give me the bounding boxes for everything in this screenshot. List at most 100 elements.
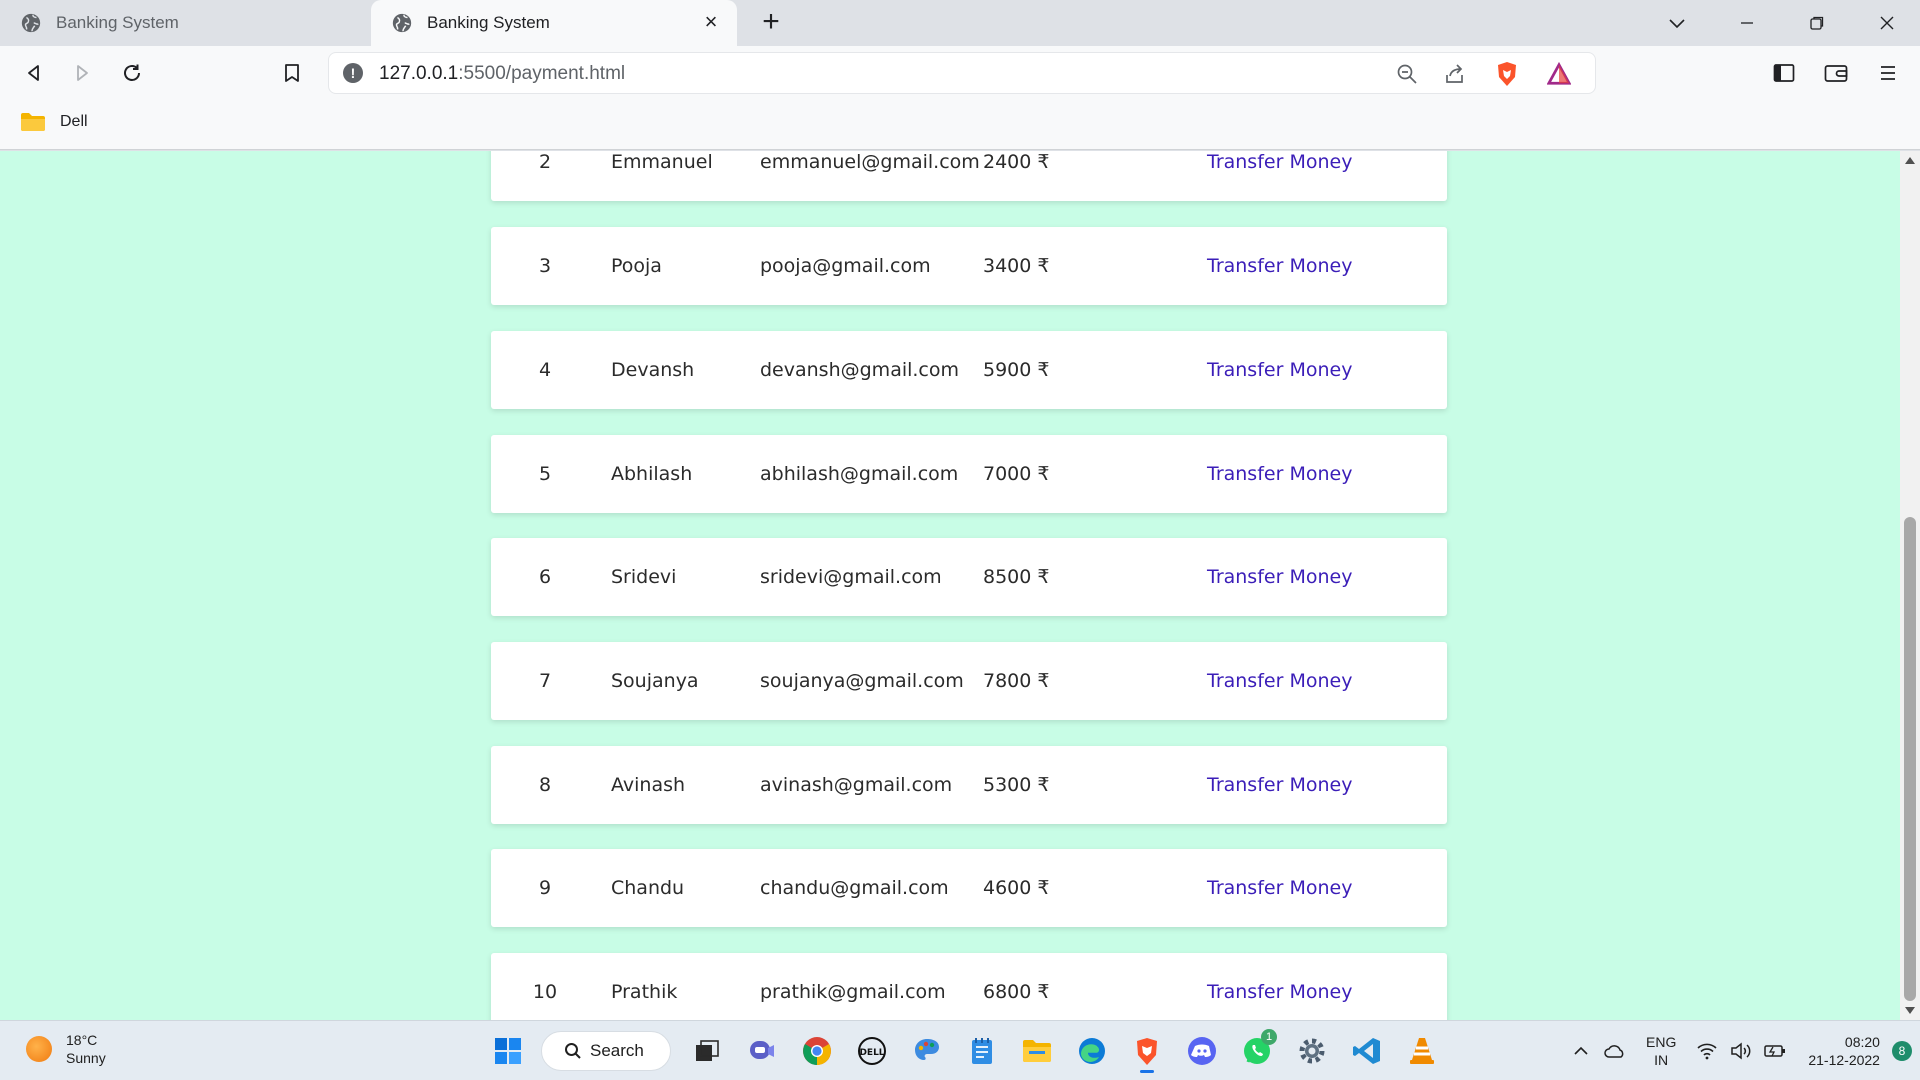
whatsapp-badge: 1: [1261, 1029, 1277, 1045]
transfer-money-link[interactable]: Transfer Money: [1207, 642, 1352, 720]
back-icon[interactable]: [20, 59, 48, 87]
active-app-indicator: [1140, 1070, 1154, 1073]
vscode-icon[interactable]: [1345, 1029, 1389, 1073]
customer-balance: 5300 ₹: [983, 774, 1050, 796]
brave-rewards-icon[interactable]: [1547, 62, 1571, 86]
transfer-money-link[interactable]: Transfer Money: [1207, 953, 1352, 1020]
search-icon: [565, 1043, 581, 1059]
customer-email: abhilash@gmail.com: [760, 463, 959, 485]
customer-balance: 5900 ₹: [983, 359, 1050, 381]
customer-balance: 6800 ₹: [983, 981, 1050, 1003]
transfer-money-link[interactable]: Transfer Money: [1207, 227, 1352, 305]
notification-badge[interactable]: 8: [1891, 1041, 1912, 1061]
whatsapp-icon[interactable]: 1: [1235, 1029, 1279, 1073]
minimize-icon[interactable]: [1732, 8, 1762, 38]
reload-icon[interactable]: [118, 59, 146, 87]
transfer-money-link[interactable]: Transfer Money: [1207, 435, 1352, 513]
customer-email: pooja@gmail.com: [760, 255, 931, 277]
settings-icon[interactable]: [1290, 1029, 1334, 1073]
customer-balance: 7800 ₹: [983, 670, 1050, 692]
customer-name: Sridevi: [611, 566, 677, 588]
address-bar[interactable]: ! 127.0.0.1:5500/payment.html: [328, 52, 1596, 94]
system-clock[interactable]: 08:20 21-12-2022: [1808, 1033, 1880, 1069]
dell-icon[interactable]: DELL: [850, 1029, 894, 1073]
tab-inactive[interactable]: Banking System: [0, 0, 370, 46]
transfer-money-link[interactable]: Transfer Money: [1207, 849, 1352, 927]
forward-icon[interactable]: [68, 59, 96, 87]
weather-widget[interactable]: 18°C Sunny: [26, 1031, 106, 1067]
tab-active[interactable]: Banking System ×: [371, 0, 737, 46]
file-explorer-icon[interactable]: [1015, 1029, 1059, 1073]
customer-name: Abhilash: [611, 463, 693, 485]
url-text: 127.0.0.1:5500/payment.html: [379, 63, 626, 84]
teams-chat-icon[interactable]: [740, 1029, 784, 1073]
transfer-money-link[interactable]: Transfer Money: [1207, 538, 1352, 616]
battery-icon[interactable]: [1762, 1038, 1788, 1064]
zoom-icon[interactable]: [1395, 62, 1419, 86]
brave-shields-icon[interactable]: [1495, 62, 1519, 86]
tab-search-chevron-icon[interactable]: [1662, 8, 1692, 38]
customer-email: prathik@gmail.com: [760, 981, 946, 1003]
search-label: Search: [590, 1041, 644, 1060]
customer-name: Devansh: [611, 359, 695, 381]
onedrive-cloud-icon[interactable]: [1602, 1038, 1628, 1064]
restore-icon[interactable]: [1802, 8, 1832, 38]
share-icon[interactable]: [1443, 62, 1467, 86]
start-button[interactable]: [486, 1029, 530, 1073]
customer-email: emmanuel@gmail.com: [760, 151, 980, 173]
bookmark-dell[interactable]: Dell: [20, 112, 88, 132]
customer-row: 5 Abhilash abhilash@gmail.com 7000 ₹ Tra…: [491, 435, 1447, 513]
transfer-money-link[interactable]: Transfer Money: [1207, 331, 1352, 409]
brave-browser-icon[interactable]: [1125, 1029, 1169, 1073]
customer-email: sridevi@gmail.com: [760, 566, 942, 588]
customer-balance: 3400 ₹: [983, 255, 1050, 277]
svg-text:DELL: DELL: [859, 1048, 884, 1058]
windows-taskbar: 18°C Sunny Search DELL 1 ENG IN 08:20 21…: [0, 1020, 1920, 1080]
page-scrollbar[interactable]: [1900, 151, 1920, 1020]
globe-icon: [21, 13, 41, 33]
customer-row: 2 Emmanuel emmanuel@gmail.com 2400 ₹ Tra…: [491, 151, 1447, 201]
customer-balance: 2400 ₹: [983, 151, 1050, 173]
customer-email: avinash@gmail.com: [760, 774, 953, 796]
bookmark-label: Dell: [60, 113, 88, 130]
wallet-icon[interactable]: [1822, 59, 1850, 87]
browser-toolbar: ! 127.0.0.1:5500/payment.html: [0, 46, 1920, 100]
language-indicator[interactable]: ENG IN: [1646, 1033, 1676, 1069]
menu-icon[interactable]: [1874, 59, 1902, 87]
taskbar-search[interactable]: Search: [541, 1031, 671, 1071]
windows-logo-icon: [495, 1038, 521, 1064]
edge-icon[interactable]: [1070, 1029, 1114, 1073]
scrollbar-thumb[interactable]: [1904, 517, 1916, 1001]
bookmark-icon[interactable]: [278, 59, 306, 87]
customer-name: Avinash: [611, 774, 686, 796]
customer-row: 8 Avinash avinash@gmail.com 5300 ₹ Trans…: [491, 746, 1447, 824]
new-tab-icon[interactable]: +: [756, 7, 786, 38]
site-info-icon[interactable]: !: [343, 63, 363, 83]
volume-icon[interactable]: [1728, 1038, 1754, 1064]
close-window-icon[interactable]: [1872, 8, 1902, 38]
task-view-icon[interactable]: [685, 1029, 729, 1073]
discord-icon[interactable]: [1180, 1029, 1224, 1073]
notepad-icon[interactable]: [960, 1029, 1004, 1073]
scroll-down-arrow-icon[interactable]: [1905, 1007, 1915, 1014]
customer-id: 4: [538, 359, 552, 381]
wifi-icon[interactable]: [1694, 1038, 1720, 1064]
customer-id: 8: [538, 774, 552, 796]
customer-row: 7 Soujanya soujanya@gmail.com 7800 ₹ Tra…: [491, 642, 1447, 720]
paint-icon[interactable]: [905, 1029, 949, 1073]
vlc-icon[interactable]: [1400, 1029, 1444, 1073]
transfer-money-link[interactable]: Transfer Money: [1207, 151, 1352, 201]
folder-icon: [21, 113, 45, 131]
tab-strip: Banking System Banking System × +: [0, 0, 1920, 46]
bookmarks-bar: Dell: [0, 100, 1920, 150]
scroll-up-arrow-icon[interactable]: [1905, 157, 1915, 164]
chrome-icon[interactable]: [795, 1029, 839, 1073]
globe-icon: [392, 13, 412, 33]
sidebar-icon[interactable]: [1770, 59, 1798, 87]
transfer-money-link[interactable]: Transfer Money: [1207, 746, 1352, 824]
customer-name: Pooja: [611, 255, 662, 277]
close-tab-icon[interactable]: ×: [699, 11, 723, 35]
show-hidden-icons-chevron-icon[interactable]: [1568, 1038, 1594, 1064]
customer-row: 3 Pooja pooja@gmail.com 3400 ₹ Transfer …: [491, 227, 1447, 305]
customer-name: Emmanuel: [611, 151, 713, 173]
